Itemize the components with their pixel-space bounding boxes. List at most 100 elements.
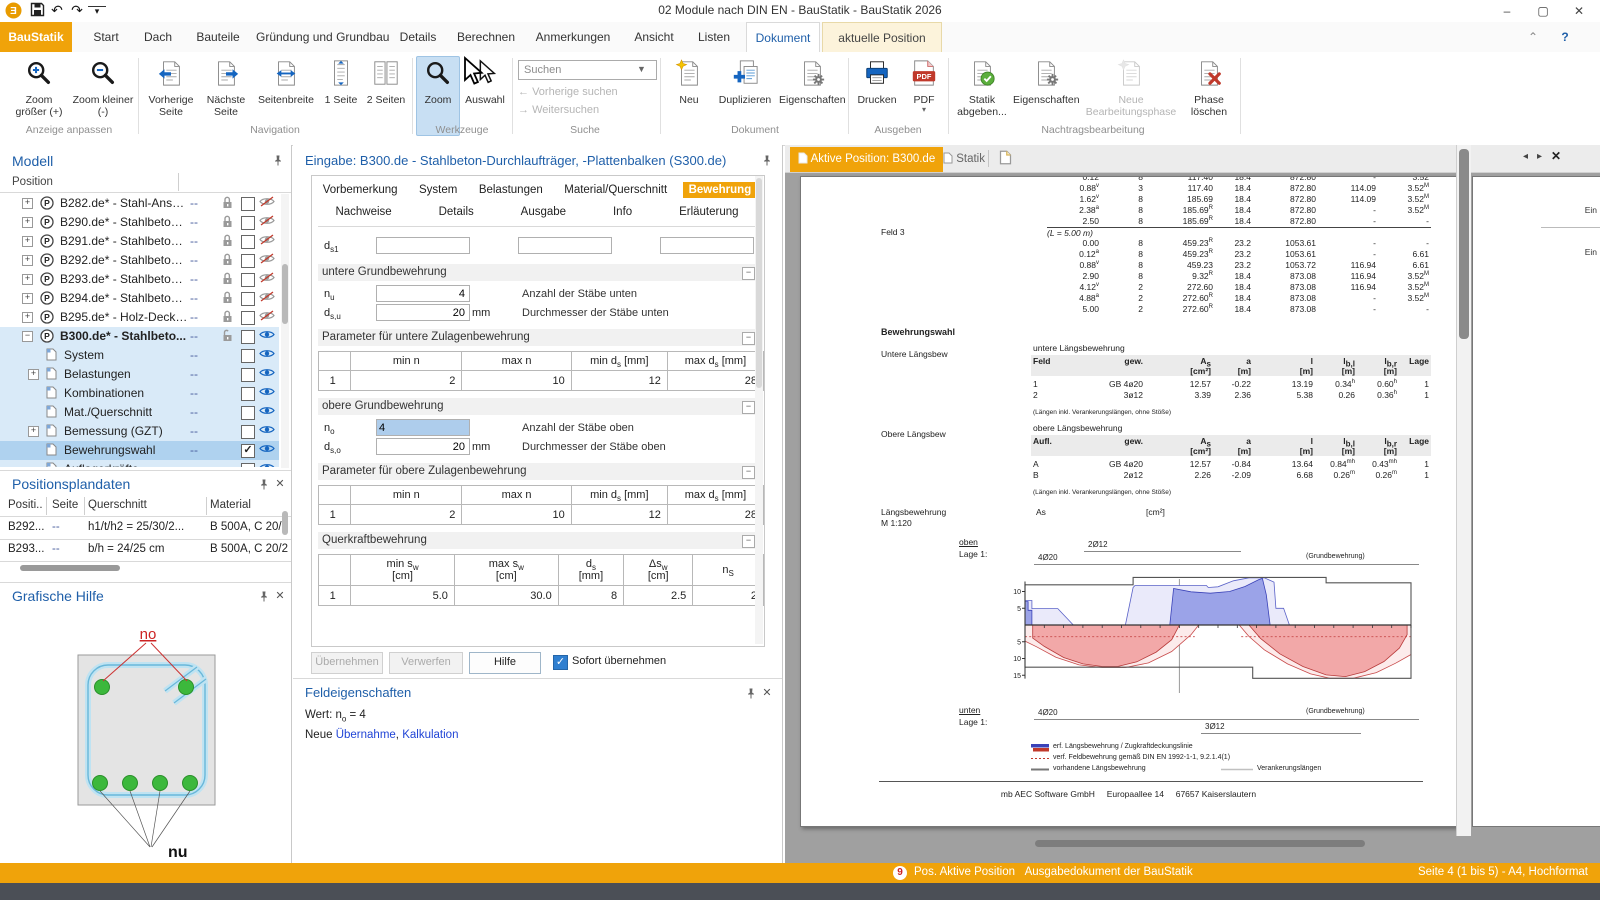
lock-closed-icon[interactable] (222, 215, 233, 231)
checkbox[interactable] (241, 254, 255, 268)
eingabe-tab-nachweise[interactable]: Nachweise (329, 204, 397, 220)
tab-aktuelle-position[interactable]: aktuelle Position (822, 22, 942, 53)
checkbox[interactable] (241, 292, 255, 306)
collapse-icon[interactable]: − (22, 331, 33, 342)
collapse-icon[interactable]: − (742, 401, 755, 414)
tree-item-B291[interactable]: +PB291.de* - Stahlbeton-...-- (0, 232, 279, 251)
expand-icon[interactable]: + (22, 274, 33, 285)
cell[interactable]: 8 (558, 586, 623, 606)
active-position-tab[interactable]: Aktive Position: B300.de (790, 147, 943, 172)
pin-icon[interactable] (761, 154, 773, 167)
lock-closed-icon[interactable] (222, 196, 233, 212)
eye-hidden-icon[interactable] (259, 253, 275, 267)
eye-visible-icon[interactable] (259, 348, 275, 362)
close-panel-icon[interactable]: ✕ (274, 589, 286, 602)
cell[interactable]: -- (52, 521, 84, 533)
dso-input[interactable] (376, 438, 470, 455)
cell[interactable]: 10 (462, 505, 571, 525)
pin-icon[interactable] (258, 478, 270, 491)
tab-berechnen[interactable]: Berechnen (452, 22, 520, 52)
checkbox[interactable] (241, 216, 255, 230)
maximize-button[interactable]: ▢ (1526, 0, 1560, 22)
tab-start[interactable]: Start (84, 22, 128, 52)
column-header-1[interactable]: Seite (52, 499, 78, 511)
checkbox[interactable] (241, 349, 255, 363)
new-document-tab[interactable] (993, 147, 1018, 172)
cell[interactable]: 30.0 (454, 586, 558, 606)
eye-visible-icon[interactable] (259, 386, 275, 400)
collapse-icon[interactable]: − (742, 466, 755, 479)
cell[interactable]: h1/t/h2 = 25/30/2... (88, 521, 206, 533)
expand-icon[interactable]: + (22, 198, 33, 209)
pin-icon[interactable] (272, 154, 284, 167)
eye-visible-icon[interactable] (259, 424, 275, 438)
tree-item-B292[interactable]: +PB292.de* - Stahlbeton-...-- (0, 251, 279, 270)
tree-item-belastungen[interactable]: +Belastungen-- (0, 365, 279, 384)
expand-icon[interactable]: + (22, 255, 33, 266)
cell[interactable]: 28 (667, 371, 763, 391)
tree-item-B295[interactable]: +PB295.de* - Holz-Decke...-- (0, 308, 279, 327)
expand-icon[interactable]: + (22, 293, 33, 304)
eingabe-tab-details[interactable]: Details (433, 204, 480, 220)
eingabe-tab-erl-uterung[interactable]: Erläuterung (673, 204, 744, 220)
hilfe-button[interactable]: Hilfe (469, 652, 541, 674)
checkbox[interactable] (241, 235, 255, 249)
cell[interactable]: 1 (319, 505, 351, 525)
tree-item-B290[interactable]: +PB290.de* - Stahlbeton-...-- (0, 213, 279, 232)
eingabe-tab-belastungen[interactable]: Belastungen (473, 182, 549, 198)
cell[interactable]: b/h = 24/25 cm (88, 543, 206, 555)
expand-icon[interactable]: + (22, 312, 33, 323)
search-dropdown-icon[interactable]: ▼ (637, 64, 646, 74)
checkbox[interactable] (241, 330, 255, 344)
statik-tab[interactable]: Statik (937, 147, 991, 172)
ds1-input-1[interactable] (376, 237, 470, 254)
checkbox[interactable] (241, 463, 255, 467)
document-hscrollbar[interactable] (915, 840, 1455, 850)
document-page[interactable]: 0.128117.4018.4872.80-3.520.88v3117.4018… (800, 176, 1457, 827)
collapse-icon[interactable]: − (742, 535, 755, 548)
tab-gruendung[interactable]: Gründung und Grundbau (256, 22, 384, 52)
collapse-ribbon-icon[interactable]: ⌃ (1520, 22, 1546, 52)
checkbox[interactable] (241, 311, 255, 325)
checkbox[interactable] (241, 425, 255, 439)
tree-item-B293[interactable]: +PB293.de* - Stahlbeton-...-- (0, 270, 279, 289)
uebernehmen-button[interactable]: Übernehmen (311, 652, 383, 674)
column-header-0[interactable]: Positi.. (8, 499, 43, 511)
eye-hidden-icon[interactable] (259, 234, 275, 248)
eingabe-tab-system[interactable]: System (413, 182, 463, 198)
eingabe-tab-material-querschnitt[interactable]: Material/Querschnitt (558, 182, 673, 198)
expand-icon[interactable]: + (22, 236, 33, 247)
checkbox[interactable] (241, 387, 255, 401)
checkbox[interactable] (241, 368, 255, 382)
tree-item-system[interactable]: System-- (0, 346, 279, 365)
close-panel-icon[interactable]: ✕ (274, 477, 286, 490)
eye-visible-icon[interactable] (259, 443, 275, 457)
pdf-dropdown-icon[interactable]: ▾ (903, 105, 945, 114)
tab-dach[interactable]: Dach (136, 22, 180, 52)
cell[interactable]: 12 (571, 505, 667, 525)
tree-item-mat--querschnitt[interactable]: Mat./Querschnitt-- (0, 403, 279, 422)
collapse-icon[interactable]: − (742, 332, 755, 345)
eingabe-tab-info[interactable]: Info (607, 204, 638, 220)
positionsplandaten-hscroll[interactable] (8, 565, 278, 574)
checkbox-checked[interactable]: ✓ (241, 444, 255, 458)
lock-closed-icon[interactable] (222, 291, 233, 307)
tree-item-B282[interactable]: +PB282.de* - Stahl-Anschl...-- (0, 194, 279, 213)
column-header-2[interactable]: Querschnitt (88, 499, 147, 511)
eye-hidden-icon[interactable] (259, 272, 275, 286)
lock-closed-icon[interactable] (222, 253, 233, 269)
kalkulation-link[interactable]: Kalkulation (402, 729, 458, 741)
ds1-input-2[interactable] (518, 237, 612, 254)
eingabe-tab-bewehrung[interactable]: Bewehrung (683, 182, 758, 198)
eye-visible-icon[interactable] (259, 367, 275, 381)
dsu-input[interactable] (376, 304, 470, 321)
tree-item-auflagerkr-fte[interactable]: Auflagerkräfte-- (0, 460, 279, 467)
tree-scrollbar[interactable] (281, 194, 289, 468)
tree-item-B294[interactable]: +PB294.de* - Stahlbeton-...-- (0, 289, 279, 308)
cell[interactable]: 1 (319, 586, 351, 606)
tab-scroll-left-icon[interactable]: ◂ (1523, 151, 1528, 162)
expand-icon[interactable]: + (28, 426, 39, 437)
ds1-input-3[interactable] (660, 237, 754, 254)
no-input[interactable] (376, 419, 470, 436)
tab-listen[interactable]: Listen (690, 22, 738, 52)
